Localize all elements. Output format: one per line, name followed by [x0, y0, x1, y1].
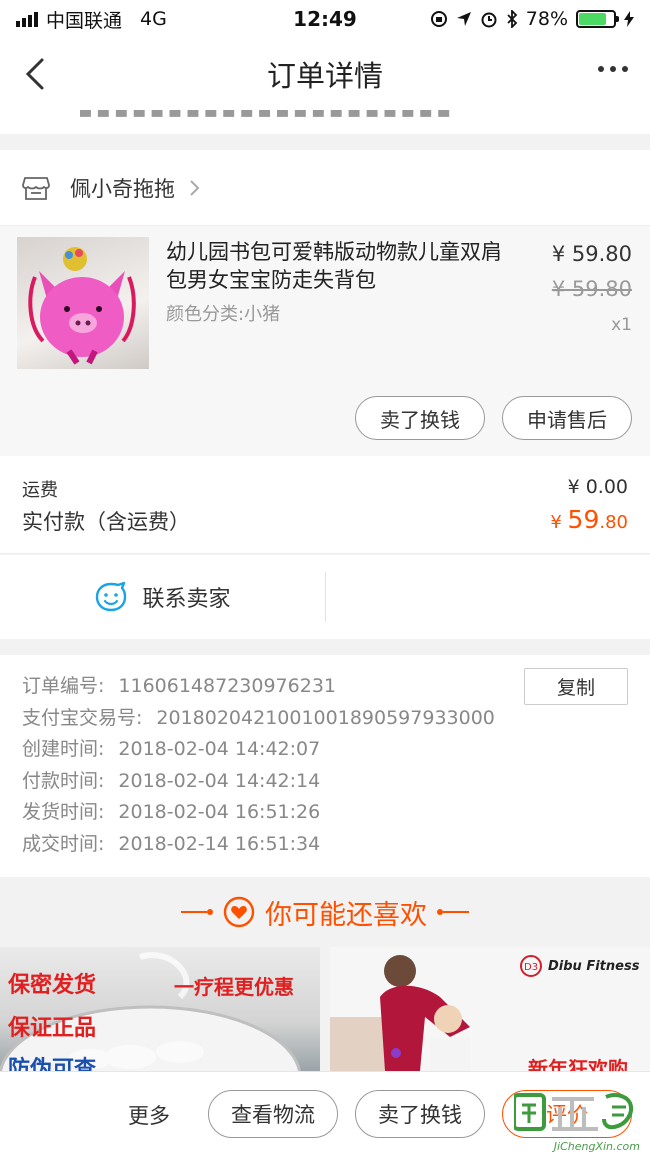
battery-percent: 78%	[525, 8, 568, 30]
paid-decimal: .80	[599, 512, 628, 533]
heart-icon	[223, 896, 255, 928]
paid-time-value: 2018-02-04 14:42:14	[118, 769, 321, 792]
shipped-time-label: 发货时间:	[22, 801, 105, 824]
scrolled-content-strip: ▪▪▪▪▪▪▪▪▪▪▪▪▪▪▪▪▪▪▪▪▪	[0, 110, 650, 134]
paid-time-row: 付款时间: 2018-02-04 14:42:14	[22, 766, 650, 798]
more-dots-icon[interactable]	[598, 66, 628, 72]
paid-amount: ¥ 59.80	[550, 505, 628, 534]
nav-bar: 订单详情	[0, 38, 650, 110]
signal-icon	[16, 11, 38, 27]
recommend-card-right[interactable]: D3 Dibu Fitness 新年狂欢购	[330, 947, 650, 1071]
charging-icon	[624, 11, 634, 27]
after-sales-button[interactable]: 申请售后	[502, 396, 632, 440]
created-time-label: 创建时间:	[22, 738, 105, 761]
battery-level	[579, 13, 606, 25]
carrier-label: 中国联通	[46, 9, 123, 32]
paid-time-label: 付款时间:	[22, 769, 105, 792]
status-left: 中国联通 4G	[16, 6, 236, 33]
order-info: 订单编号: 116061487230976231 支付宝交易号: 201802042…	[0, 655, 650, 877]
dash-right	[437, 909, 469, 915]
alarm-icon	[481, 12, 497, 28]
paid-integer: 59	[567, 505, 600, 534]
bluetooth-icon	[507, 10, 518, 28]
divider	[325, 572, 326, 622]
copy-button[interactable]: 复制	[524, 668, 628, 705]
alipay-trade-label: 支付宝交易号:	[22, 706, 143, 729]
promo-line-3: 保证正品	[8, 1016, 97, 1041]
order-number-value: 116061487230976231	[118, 675, 336, 697]
completed-time-row: 成交时间: 2018-02-14 16:51:34	[22, 829, 650, 861]
contact-seller-button[interactable]: 联系卖家	[0, 555, 325, 639]
chevron-left-icon[interactable]	[22, 56, 52, 92]
promo-line-2: 一疗程更优惠	[174, 975, 294, 999]
watermark-text: JiChengXin.com	[553, 1140, 640, 1153]
contact-section: 联系卖家	[0, 555, 650, 639]
shop-icon	[22, 176, 50, 200]
page-title: 订单详情	[266, 59, 383, 93]
view-logistics-button[interactable]: 查看物流	[208, 1090, 338, 1138]
shop-row[interactable]: 佩小奇拖拖	[0, 150, 650, 226]
promo-line-1: 保密发货	[8, 973, 97, 998]
brand-logo-icon: D3	[520, 955, 542, 977]
product-image[interactable]	[17, 237, 149, 369]
more-button[interactable]: 更多	[128, 1100, 170, 1130]
paid-currency: ¥	[550, 512, 568, 533]
product-variant: 颜色分类:小猪	[166, 304, 281, 325]
created-time-value: 2018-02-04 14:42:07	[118, 738, 321, 761]
rotation-lock-icon	[430, 11, 447, 27]
location-icon	[456, 12, 471, 26]
order-number-label: 订单编号:	[22, 675, 105, 697]
status-right: 78%	[414, 8, 634, 30]
resell-button[interactable]: 卖了换钱	[355, 396, 485, 440]
shipping-label: 运费	[22, 480, 58, 501]
completed-time-label: 成交时间:	[22, 832, 105, 855]
pig-backpack-image	[28, 247, 136, 365]
brand-tagline: 新年狂欢购	[528, 1057, 628, 1071]
status-bar: 中国联通 4G 12:49 78%	[0, 0, 650, 38]
alipay-trade-row: 支付宝交易号: 2018020421001001890597933000	[22, 703, 650, 735]
contact-seller-label[interactable]: 联系卖家	[142, 581, 230, 613]
recommend-header: 你可能还喜欢	[0, 877, 650, 947]
resell-bottom-button[interactable]: 卖了换钱	[355, 1090, 485, 1138]
chat-smile-icon	[96, 581, 127, 612]
shipped-time-row: 发货时间: 2018-02-04 16:51:26	[22, 797, 650, 829]
brand-name: Dibu Fitness	[548, 958, 640, 974]
recommend-title: 你可能还喜欢	[265, 899, 427, 931]
shipping-value: ¥ 0.00	[567, 476, 628, 498]
shipped-time-value: 2018-02-04 16:51:26	[118, 801, 321, 824]
network-label: 4G	[140, 8, 167, 30]
order-item[interactable]: 幼儿园书包可爱韩版动物款儿童双肩包男女宝宝防走失背包 颜色分类:小猪 ¥ 59.…	[0, 226, 650, 456]
svg-text:D3: D3	[524, 962, 538, 973]
brand-logo: D3 Dibu Fitness	[518, 955, 639, 977]
promo-line-4: 防伪可查	[8, 1057, 97, 1071]
chevron-right-icon	[190, 179, 200, 196]
product-quantity: x1	[611, 315, 632, 335]
paid-label: 实付款（含运费）	[22, 510, 190, 534]
status-time: 12:49	[293, 7, 357, 31]
shop-name[interactable]: 佩小奇拖拖	[70, 173, 175, 203]
dash-left	[181, 909, 213, 915]
alipay-trade-value: 2018020421001001890597933000	[156, 706, 495, 729]
created-time-row: 创建时间: 2018-02-04 14:42:07	[22, 734, 650, 766]
battery-icon	[576, 10, 619, 28]
product-price: ¥ 59.80	[551, 242, 632, 266]
recommend-card-left[interactable]: 保密发货 一疗程更优惠 保证正品 防伪可查	[0, 947, 320, 1071]
product-title[interactable]: 幼儿园书包可爱韩版动物款儿童双肩包男女宝宝防走失背包	[166, 238, 506, 294]
fee-summary: 运费 ¥ 0.00 实付款（含运费） ¥ 59.80	[0, 456, 650, 554]
completed-time-value: 2018-02-14 16:51:34	[118, 832, 321, 855]
product-original-price: ¥ 59.80	[551, 277, 632, 301]
